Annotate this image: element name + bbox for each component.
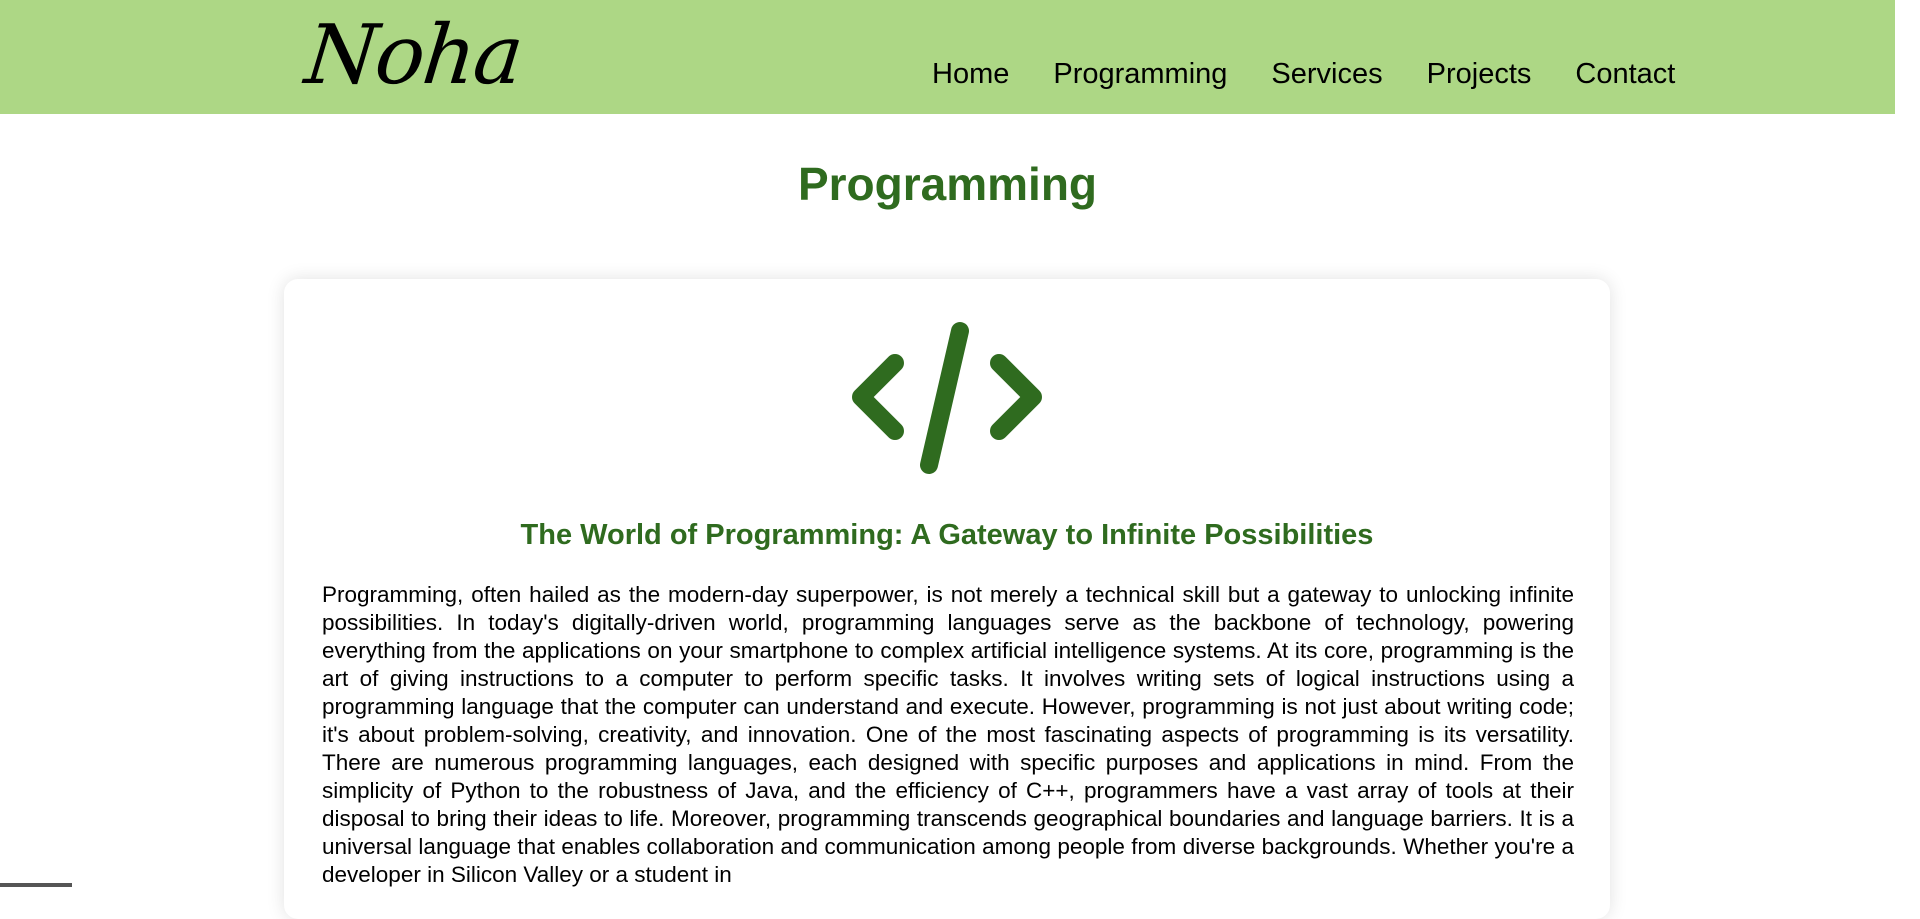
page-title: Programming (797, 158, 1098, 210)
site-header: Noha Home Programming Services Projects … (0, 0, 1895, 114)
nav-services[interactable]: Services (1271, 58, 1382, 91)
content-card: The World of Programming: A Gateway to I… (284, 279, 1610, 919)
nav-projects[interactable]: Projects (1427, 58, 1532, 91)
code-icon (852, 322, 1042, 474)
site-logo[interactable]: Noha (301, 6, 526, 106)
nav-programming[interactable]: Programming (1053, 58, 1227, 91)
bottom-scrollbar-indicator (0, 883, 72, 887)
nav-contact[interactable]: Contact (1575, 58, 1675, 91)
card-body-text: Programming, often hailed as the modern-… (322, 582, 1574, 887)
card-title: The World of Programming: A Gateway to I… (520, 519, 1374, 551)
nav-home[interactable]: Home (932, 58, 1009, 91)
main-nav: Home Programming Services Projects Conta… (932, 54, 1675, 94)
